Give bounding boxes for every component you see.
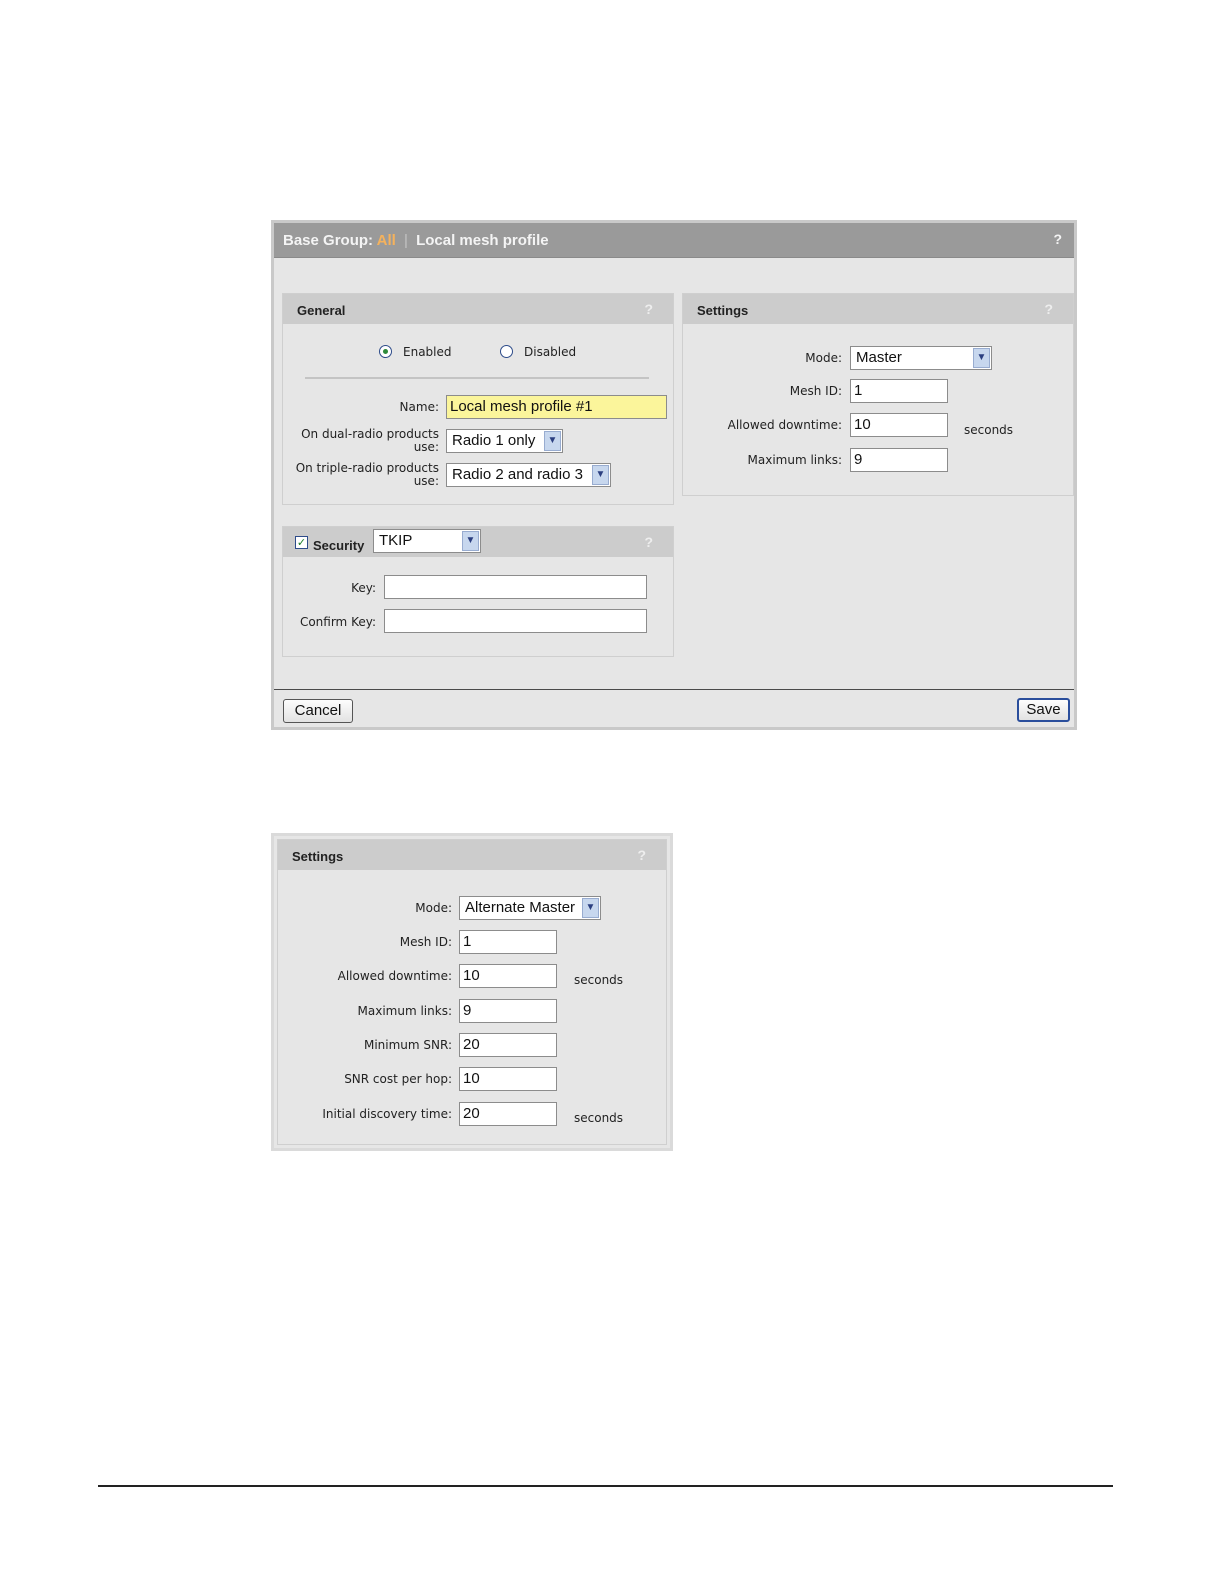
- key-label: Key:: [351, 581, 376, 595]
- security-panel-header: ✓ Security TKIP ▼ ?: [283, 527, 673, 557]
- settings-panel-title: Settings: [697, 303, 749, 318]
- disabled-radio[interactable]: [500, 345, 513, 358]
- page-title: Base Group: All | Local mesh profile: [283, 232, 549, 249]
- security-checkbox[interactable]: ✓: [295, 536, 308, 549]
- settings2-panel-title: Settings: [292, 849, 344, 864]
- downtime-unit: seconds: [964, 423, 1014, 437]
- general-help-icon[interactable]: ?: [644, 301, 653, 317]
- breadcrumb-separator: |: [403, 232, 408, 249]
- mode-select[interactable]: Master ▼: [850, 346, 992, 370]
- settings-help-icon[interactable]: ?: [1044, 301, 1053, 317]
- enabled-label: Enabled: [403, 345, 452, 359]
- alternate-master-settings-screenshot: Settings ? Mode: Alternate Master ▼ Mesh…: [271, 833, 673, 1151]
- mesh-id-input[interactable]: 1: [850, 379, 948, 403]
- security-panel: ✓ Security TKIP ▼ ? Key: Confirm Key:: [282, 526, 674, 657]
- mode-value: Alternate Master: [465, 899, 576, 916]
- triple-radio-select[interactable]: Radio 2 and radio 3 ▼: [446, 463, 611, 487]
- settings2-panel: Settings ? Mode: Alternate Master ▼ Mesh…: [277, 839, 667, 1145]
- name-label: Name:: [399, 400, 439, 414]
- minimum-snr-label: Minimum SNR:: [363, 1038, 452, 1052]
- allowed-downtime-label: Allowed downtime:: [337, 969, 452, 983]
- security-help-icon[interactable]: ?: [644, 534, 653, 550]
- mode-label: Mode:: [805, 351, 842, 365]
- maximum-links-input[interactable]: 9: [459, 999, 557, 1023]
- divider: [305, 377, 649, 379]
- security-type-select[interactable]: TKIP ▼: [373, 529, 481, 553]
- dual-radio-label: On dual-radio products use:: [301, 427, 439, 454]
- local-mesh-profile-dialog: Base Group: All | Local mesh profile ? G…: [271, 220, 1077, 730]
- settings2-help-icon[interactable]: ?: [637, 847, 646, 863]
- triple-radio-value: Radio 2 and radio 3: [452, 466, 583, 483]
- breadcrumb-group-link[interactable]: All: [377, 232, 396, 249]
- settings-panel-header: Settings ?: [683, 294, 1073, 324]
- key-input[interactable]: [384, 575, 647, 599]
- security-panel-title: Security: [313, 538, 365, 553]
- confirm-key-label: Confirm Key:: [299, 615, 376, 629]
- breadcrumb-page: Local mesh profile: [416, 232, 549, 249]
- downtime-unit: seconds: [574, 973, 624, 987]
- chevron-down-icon: ▼: [462, 531, 479, 551]
- save-button[interactable]: Save: [1017, 698, 1070, 722]
- security-type-value: TKIP: [379, 532, 413, 549]
- button-bar-divider: [274, 689, 1074, 690]
- general-panel-title: General: [297, 303, 346, 318]
- chevron-down-icon: ▼: [544, 431, 561, 451]
- cancel-button[interactable]: Cancel: [283, 699, 353, 723]
- mode-label: Mode:: [415, 901, 452, 915]
- settings-panel: Settings ? Mode: Master ▼ Mesh ID: 1 All…: [682, 293, 1074, 496]
- chevron-down-icon: ▼: [973, 348, 990, 368]
- enabled-radio[interactable]: [379, 345, 392, 358]
- allowed-downtime-input[interactable]: 10: [850, 413, 948, 437]
- confirm-key-input[interactable]: [384, 609, 647, 633]
- maximum-links-label: Maximum links:: [357, 1004, 452, 1018]
- mode-select[interactable]: Alternate Master ▼: [459, 896, 601, 920]
- chevron-down-icon: ▼: [582, 898, 599, 918]
- discovery-unit: seconds: [574, 1111, 624, 1125]
- dual-radio-select[interactable]: Radio 1 only ▼: [446, 429, 563, 453]
- triple-radio-label: On triple-radio products use:: [295, 461, 439, 488]
- general-panel: General ? Enabled Disabled Name: Local m…: [282, 293, 674, 505]
- allowed-downtime-input[interactable]: 10: [459, 964, 557, 988]
- mode-value: Master: [856, 349, 902, 366]
- minimum-snr-input[interactable]: 20: [459, 1033, 557, 1057]
- general-panel-header: General ?: [283, 294, 673, 324]
- mesh-id-input[interactable]: 1: [459, 930, 557, 954]
- maximum-links-input[interactable]: 9: [850, 448, 948, 472]
- mesh-id-label: Mesh ID:: [789, 384, 842, 398]
- initial-discovery-time-label: Initial discovery time:: [322, 1107, 452, 1121]
- initial-discovery-time-input[interactable]: 20: [459, 1102, 557, 1126]
- disabled-label: Disabled: [524, 345, 577, 359]
- dialog-title-bar: Base Group: All | Local mesh profile ?: [274, 223, 1074, 258]
- mesh-id-label: Mesh ID:: [399, 935, 452, 949]
- title-prefix: Base Group:: [283, 232, 374, 249]
- name-input[interactable]: Local mesh profile #1: [446, 395, 667, 419]
- snr-cost-per-hop-label: SNR cost per hop:: [344, 1072, 452, 1086]
- footer-rule: [98, 1485, 1113, 1487]
- maximum-links-label: Maximum links:: [747, 453, 842, 467]
- dialog-help-icon[interactable]: ?: [1053, 231, 1062, 247]
- settings2-panel-header: Settings ?: [278, 840, 666, 870]
- dual-radio-value: Radio 1 only: [452, 432, 536, 449]
- allowed-downtime-label: Allowed downtime:: [727, 418, 842, 432]
- chevron-down-icon: ▼: [592, 465, 609, 485]
- snr-cost-per-hop-input[interactable]: 10: [459, 1067, 557, 1091]
